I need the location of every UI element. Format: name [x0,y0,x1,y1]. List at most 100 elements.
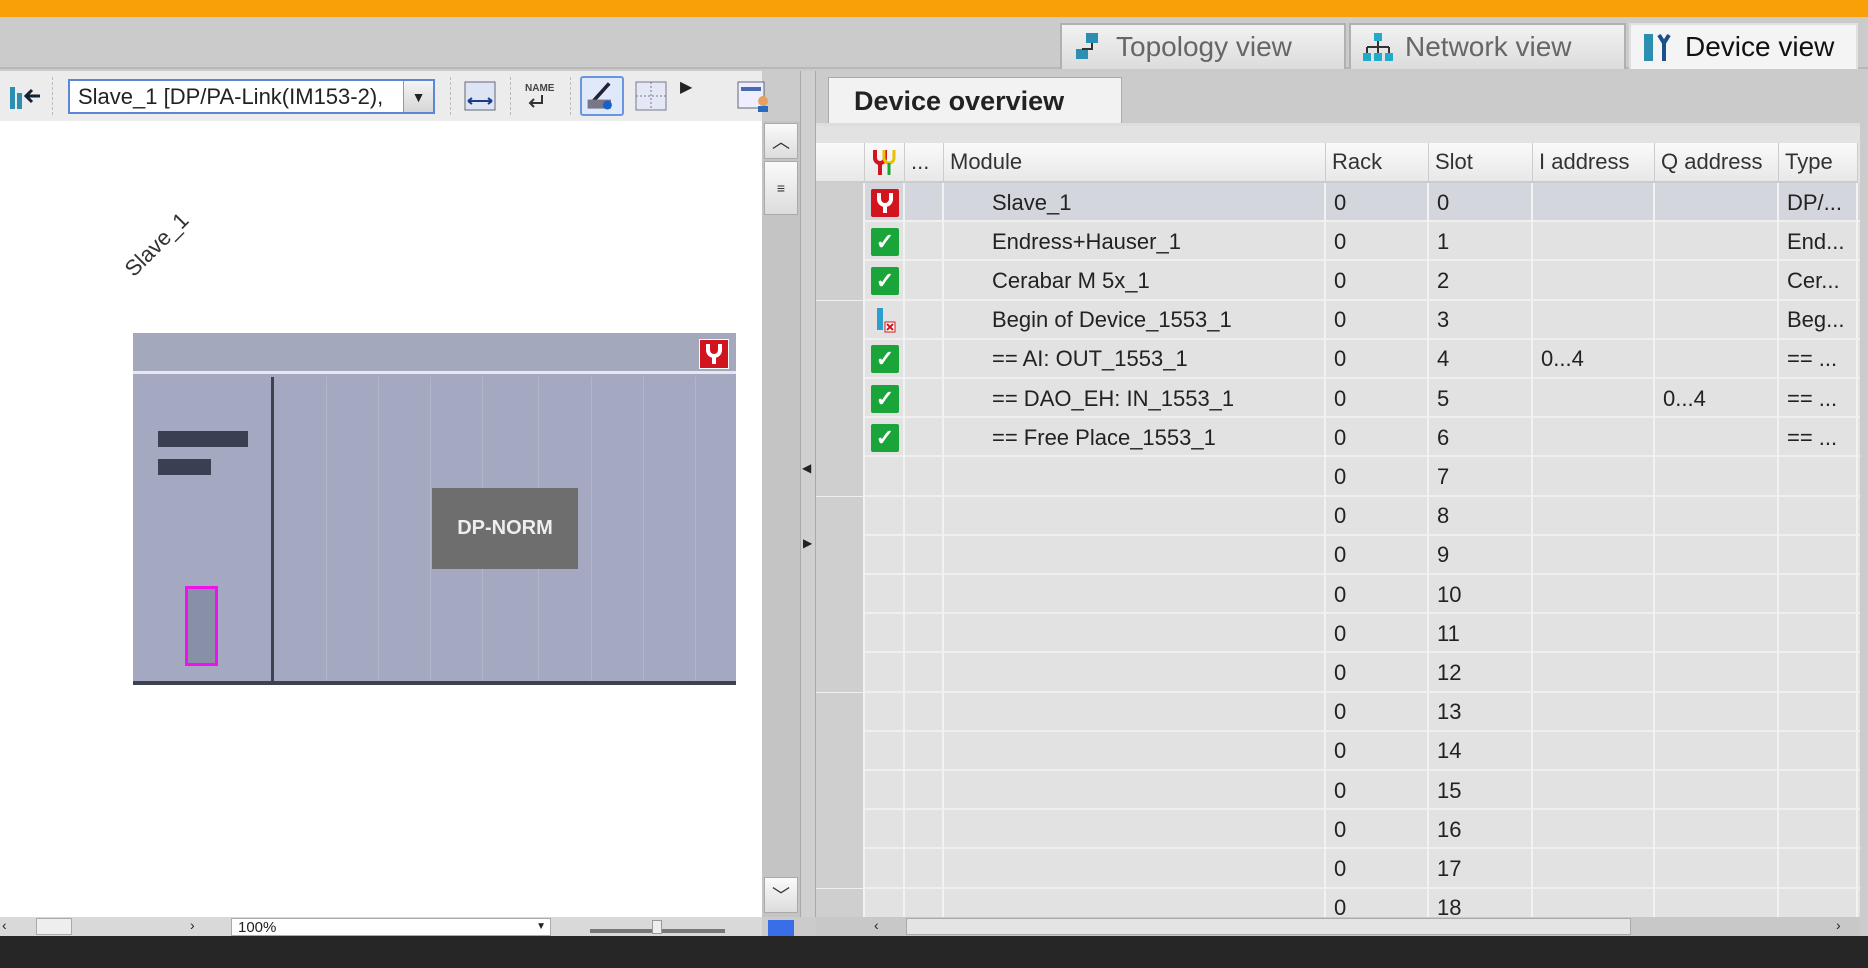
module-column-header[interactable]: Module [944,143,1326,183]
overview-navigation-icon[interactable] [768,920,794,936]
q-address-cell[interactable] [1655,300,1779,340]
panel-splitter[interactable]: ◀ ▶ [800,71,816,917]
device-back-icon[interactable] [6,79,42,113]
scroll-right-button[interactable]: › [190,917,195,933]
table-row[interactable]: 0 11 [816,614,1860,654]
module-cell[interactable] [944,731,1326,771]
more-icon[interactable]: ▶ [680,77,692,97]
scroll-thumb[interactable]: ≡ [764,161,798,215]
chevron-down-icon[interactable]: ▼ [403,81,433,112]
module-cell[interactable]: Slave_1 [944,183,1326,222]
i-address-cell[interactable] [1533,300,1655,340]
tab-network-view[interactable]: Network view [1349,23,1626,69]
tab-topology-view[interactable]: Topology view [1060,23,1346,69]
q-address-cell[interactable] [1655,771,1779,810]
i-address-cell[interactable] [1533,575,1655,614]
module-cell[interactable] [944,575,1326,614]
table-horizontal-scrollbar[interactable]: ‹ › [816,917,1860,936]
dots-column-header[interactable]: ... [905,143,944,183]
table-row[interactable]: Begin of Device_1553_1 0 3 Beg... [816,300,1860,340]
table-row[interactable]: ✓ Endress+Hauser_1 0 1 End... [816,222,1860,262]
i-address-cell[interactable] [1533,183,1655,222]
i-address-cell[interactable] [1533,496,1655,536]
status-column-header[interactable] [865,143,905,183]
table-row[interactable]: 0 17 [816,849,1860,889]
i-address-cell[interactable] [1533,261,1655,301]
i-address-cell[interactable] [1533,614,1655,654]
i-address-cell[interactable] [1533,535,1655,575]
module-cell[interactable] [944,849,1326,889]
collapse-left-icon[interactable]: ◀ [802,461,811,475]
properties-icon[interactable] [735,79,771,113]
i-address-cell[interactable] [1533,692,1655,732]
table-row[interactable]: 0 10 [816,575,1860,615]
q-address-column-header[interactable]: Q address [1655,143,1779,183]
tab-device-overview[interactable]: Device overview [828,77,1122,123]
table-row[interactable]: 0 15 [816,771,1860,811]
table-row[interactable]: 08 [816,496,1860,536]
q-address-cell[interactable] [1655,222,1779,262]
grid-icon[interactable] [633,79,669,113]
module-cell[interactable] [944,653,1326,693]
slot-column-header[interactable]: Slot [1429,143,1533,183]
dp-interface-port[interactable] [185,586,218,666]
q-address-cell[interactable]: 0...4 [1655,379,1779,418]
q-address-cell[interactable] [1655,810,1779,850]
module-cell[interactable] [944,692,1326,732]
i-address-cell[interactable] [1533,771,1655,810]
i-address-cell[interactable] [1533,418,1655,458]
module-cell[interactable] [944,457,1326,497]
chevron-down-icon[interactable]: ▼ [536,921,546,932]
q-address-cell[interactable] [1655,183,1779,222]
module-cell[interactable] [944,888,1326,917]
i-address-cell[interactable] [1533,731,1655,771]
module-cell[interactable] [944,771,1326,810]
q-address-cell[interactable] [1655,888,1779,917]
scroll-thumb[interactable] [906,918,1631,935]
q-address-cell[interactable] [1655,457,1779,497]
table-row[interactable]: ✓ == AI: OUT_1553_1 0 4 0...4 == ... [816,339,1860,379]
module-cell[interactable]: Begin of Device_1553_1 [944,300,1326,340]
q-address-cell[interactable] [1655,731,1779,771]
module-cell[interactable] [944,496,1326,536]
name-icon[interactable]: NAME [522,79,558,113]
device-canvas[interactable]: Slave_1 DP-NORM [0,121,762,917]
q-address-cell[interactable] [1655,692,1779,732]
rack-column-header[interactable]: Rack [1326,143,1429,183]
i-address-cell[interactable] [1533,379,1655,418]
table-row[interactable]: ✓ Cerabar M 5x_1 0 2 Cer... [816,261,1860,301]
tab-device-view[interactable]: Device view [1629,23,1858,69]
module-cell[interactable] [944,810,1326,850]
q-address-cell[interactable] [1655,614,1779,654]
scroll-thumb[interactable] [36,918,72,935]
q-address-cell[interactable] [1655,653,1779,693]
q-address-cell[interactable] [1655,418,1779,458]
module-cell[interactable]: Cerabar M 5x_1 [944,261,1326,301]
dp-norm-module[interactable]: DP-NORM [432,488,578,569]
table-row[interactable]: 0 14 [816,731,1860,771]
scroll-up-button[interactable]: ︿ [764,123,798,159]
table-row[interactable]: ✓ == DAO_EH: IN_1553_1 0 5 0...4 == ... [816,379,1860,419]
i-address-cell[interactable] [1533,888,1655,917]
device-rack[interactable]: DP-NORM [133,333,736,685]
table-row[interactable]: 0 16 [816,810,1860,850]
table-row[interactable]: 09 [816,535,1860,575]
table-row[interactable]: 0 18 [816,888,1860,917]
q-address-cell[interactable] [1655,535,1779,575]
i-address-cell[interactable] [1533,653,1655,693]
canvas-vertical-scrollbar[interactable]: ︿ ≡ ﹀ [762,121,800,917]
interface-module[interactable] [133,377,274,681]
q-address-cell[interactable] [1655,261,1779,301]
table-row[interactable]: Slave_1 0 0 DP/... [816,183,1860,223]
expand-right-icon[interactable]: ▶ [803,536,812,550]
scroll-down-button[interactable]: ﹀ [764,877,798,913]
module-cell[interactable]: Endress+Hauser_1 [944,222,1326,262]
show-labels-icon[interactable] [580,76,624,116]
module-cell[interactable]: == DAO_EH: IN_1553_1 [944,379,1326,418]
module-cell[interactable]: == AI: OUT_1553_1 [944,339,1326,379]
type-column-header[interactable]: Type [1779,143,1858,183]
fit-width-icon[interactable] [462,79,498,113]
table-row[interactable]: ✓ == Free Place_1553_1 0 6 == ... [816,418,1860,458]
scroll-left-button[interactable]: ‹ [2,917,7,933]
module-cell[interactable] [944,614,1326,654]
